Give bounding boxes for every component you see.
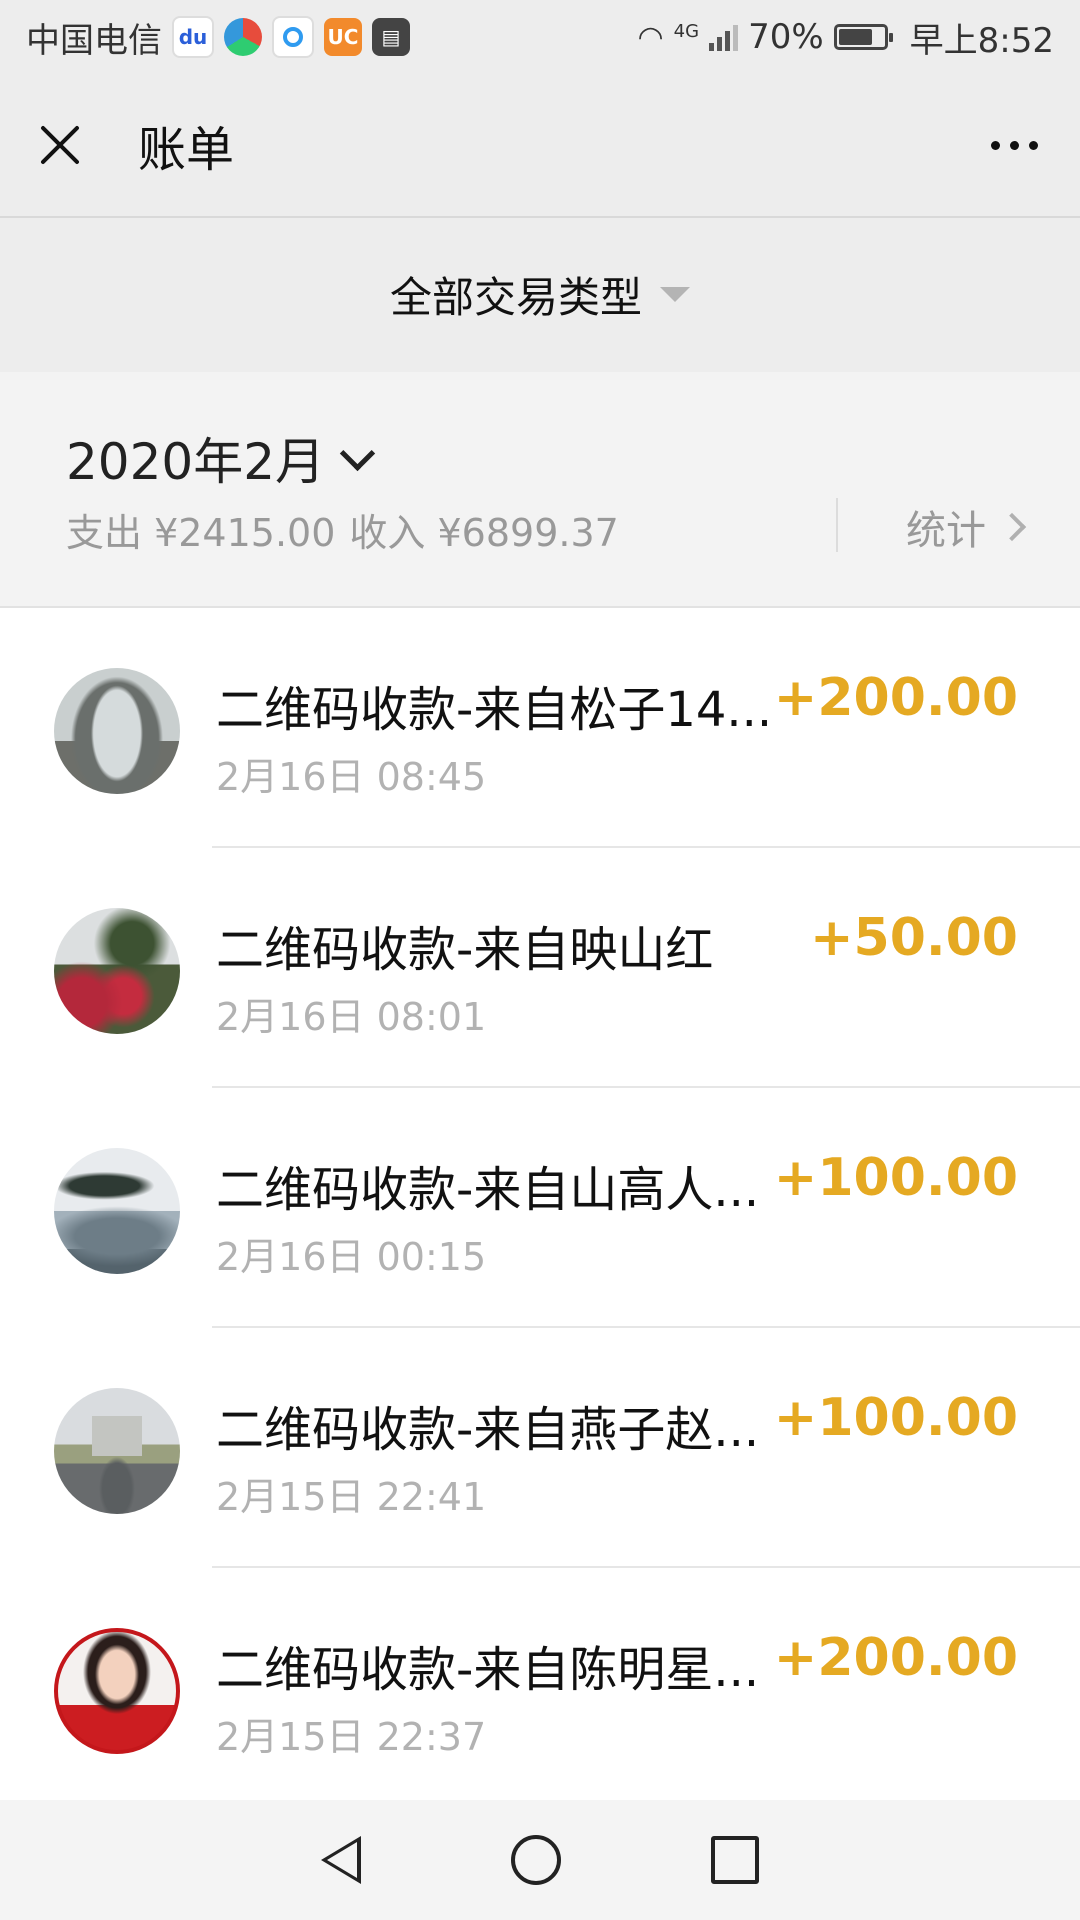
transaction-title: 二维码收款-来自陈明星...	[216, 1642, 760, 1698]
transaction-amount: +200.00	[773, 1628, 1018, 1688]
transaction-time: 2月15日 22:41	[216, 1475, 487, 1519]
transaction-amount: +50.00	[809, 908, 1018, 968]
battery-percent: 70%	[748, 17, 824, 57]
dropdown-triangle-icon	[660, 286, 690, 302]
transaction-type-filter[interactable]: 全部交易类型	[390, 264, 690, 325]
transaction-time: 2月16日 08:45	[216, 755, 487, 799]
month-label: 2020年2月	[66, 433, 326, 491]
wifi-icon: ◠	[637, 19, 664, 55]
transaction-title: 二维码收款-来自松子14...	[216, 682, 773, 738]
signal-icon	[709, 23, 739, 51]
home-icon[interactable]	[511, 1835, 561, 1885]
transaction-row[interactable]: 二维码收款-来自松子14... 2月16日 08:45 +200.00	[0, 608, 1080, 848]
expense-total: 支出 ¥2415.00	[66, 511, 336, 555]
month-totals: 支出 ¥2415.00 收入 ¥6899.37	[66, 502, 619, 557]
status-bar: 中国电信 du UC ▤ ◠ 4G 70% 早上8:52	[0, 0, 1080, 74]
page-title: 账单	[138, 122, 235, 178]
chevron-down-icon	[339, 435, 376, 471]
network-type: 4G	[673, 20, 700, 42]
camera-app-icon	[224, 18, 262, 56]
filter-label: 全部交易类型	[389, 272, 642, 322]
transaction-title: 二维码收款-来自映山红	[216, 922, 714, 978]
transaction-amount: +100.00	[773, 1388, 1018, 1448]
reader-app-icon: ▤	[372, 18, 410, 56]
baidu-icon: du	[172, 16, 214, 58]
title-bar: 账单	[0, 74, 1080, 216]
close-icon[interactable]	[32, 117, 88, 173]
avatar	[54, 1628, 180, 1754]
income-total: 收入 ¥6899.37	[349, 511, 619, 555]
transaction-row[interactable]: 二维码收款-来自映山红 2月16日 08:01 +50.00	[0, 848, 1080, 1088]
carrier-label: 中国电信	[26, 20, 162, 61]
month-picker[interactable]: 2020年2月	[66, 422, 376, 494]
system-nav-bar	[0, 1800, 1080, 1920]
transaction-time: 2月16日 08:01	[216, 995, 487, 1039]
browser-icon	[272, 16, 314, 58]
transaction-list: 二维码收款-来自松子14... 2月16日 08:45 +200.00 二维码收…	[0, 608, 1080, 1800]
transaction-time: 2月16日 00:15	[216, 1235, 487, 1279]
recent-apps-icon[interactable]	[711, 1836, 759, 1884]
avatar	[54, 908, 180, 1034]
month-summary: 2020年2月 支出 ¥2415.00 收入 ¥6899.37 统计	[0, 372, 1080, 608]
chevron-right-icon	[997, 512, 1027, 542]
transaction-row[interactable]: 二维码收款-来自山高人... 2月16日 00:15 +100.00	[0, 1088, 1080, 1328]
back-icon[interactable]	[321, 1836, 361, 1884]
avatar	[54, 1148, 180, 1274]
filter-bar: 全部交易类型	[0, 218, 1080, 370]
transaction-amount: +200.00	[773, 668, 1018, 728]
more-options-icon[interactable]	[981, 121, 1048, 170]
transaction-row[interactable]: 二维码收款-来自燕子赵... 2月15日 22:41 +100.00	[0, 1328, 1080, 1568]
battery-icon	[833, 24, 893, 50]
transaction-row[interactable]: 二维码收款-来自陈明星... 2月15日 22:37 +200.00	[0, 1568, 1080, 1800]
transaction-title: 二维码收款-来自山高人...	[216, 1162, 760, 1218]
stats-button[interactable]: 统计	[906, 498, 1027, 556]
avatar	[54, 1388, 180, 1514]
uc-browser-icon: UC	[324, 18, 362, 56]
transaction-amount: +100.00	[773, 1148, 1018, 1208]
transaction-title: 二维码收款-来自燕子赵...	[216, 1402, 760, 1458]
clock: 早上8:52	[909, 20, 1054, 61]
stats-label: 统计	[906, 508, 986, 554]
transaction-time: 2月15日 22:37	[216, 1715, 487, 1759]
stats-divider	[836, 498, 838, 552]
avatar	[54, 668, 180, 794]
